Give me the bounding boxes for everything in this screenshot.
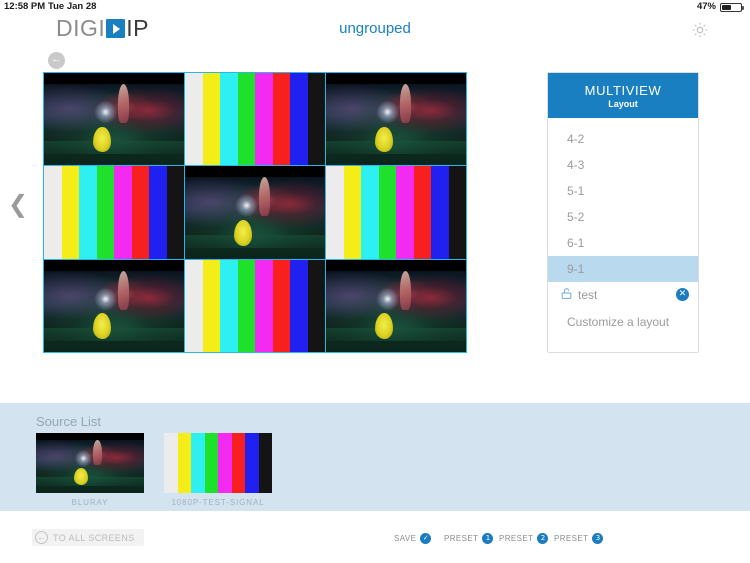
unlock-icon [560, 287, 573, 303]
test-signal-frame [44, 166, 184, 259]
customize-layout-button[interactable]: Customize a layout [548, 309, 698, 335]
status-time: 12:58 PM [4, 1, 46, 12]
save-label: SAVE [394, 534, 417, 543]
layout-item-5-2[interactable]: 5-2 [548, 204, 698, 230]
test-signal-frame [185, 259, 325, 352]
back-arrow-icon[interactable] [48, 50, 65, 69]
multiview-tile[interactable] [326, 73, 466, 166]
multiview-tile[interactable] [44, 73, 184, 166]
layout-options-list: 4-2 4-3 5-1 5-2 6-1 9-1 [548, 118, 698, 282]
layout-panel-subtitle: Layout [608, 98, 638, 109]
preset-3-badge: 3 [592, 533, 604, 544]
status-bar: 12:58 PM Tue Jan 28 47% [0, 0, 750, 14]
source-list-title: Source List [36, 414, 102, 429]
bluray-frame [326, 73, 466, 166]
test-signal-frame [185, 73, 325, 166]
layout-item-label: 4-3 [567, 158, 585, 172]
layout-item-custom-label: test [578, 287, 598, 302]
page-title: ungrouped [339, 20, 411, 37]
source-list-items: BLURAY 1080P-TEST-SIGNAL [36, 433, 292, 507]
bottom-bar: ← TO ALL SCREENS SAVE ✓ PRESET 1 PRESET … [0, 511, 750, 563]
preset-2-label: PRESET [499, 534, 534, 543]
multiview-tile[interactable] [185, 259, 325, 352]
bluray-frame [44, 73, 184, 166]
layout-item-4-3[interactable]: 4-3 [548, 152, 698, 178]
status-date: Tue Jan 28 [48, 1, 97, 12]
multiview-tile[interactable] [185, 166, 325, 259]
layout-item-6-1[interactable]: 6-1 [548, 230, 698, 256]
layout-item-custom[interactable]: test ✕ [548, 282, 698, 307]
layout-item-label: 9-1 [567, 262, 585, 276]
source-thumbnail [164, 433, 272, 493]
check-icon: ✓ [420, 533, 432, 544]
layout-item-4-2[interactable]: 4-2 [548, 126, 698, 152]
source-thumbnail [36, 433, 144, 493]
close-circle-icon[interactable]: ✕ [676, 288, 689, 301]
layout-item-label: 5-2 [567, 210, 585, 224]
multiview-tile[interactable] [44, 166, 184, 259]
battery-percent: 47% [696, 1, 716, 12]
bluray-frame [185, 166, 325, 259]
layout-item-5-1[interactable]: 5-1 [548, 178, 698, 204]
source-label: 1080P-TEST-SIGNAL [171, 498, 265, 507]
preset-1-badge: 1 [482, 533, 494, 544]
test-signal-frame [326, 166, 466, 259]
gear-icon[interactable] [690, 20, 710, 40]
preset-2-button[interactable]: PRESET 2 [499, 533, 549, 544]
source-label: BLURAY [71, 498, 109, 507]
layout-panel: MULTIVIEW Layout 4-2 4-3 5-1 5-2 6-1 9-1 test… [547, 72, 699, 353]
top-bar: DIGI IP ungrouped [0, 14, 750, 46]
layout-panel-header: MULTIVIEW Layout [548, 73, 698, 118]
back-arrow-circle-icon: ← [35, 531, 48, 544]
source-item[interactable]: BLURAY [36, 433, 144, 507]
app-root: 12:58 PM Tue Jan 28 47% DIGI IP ungroupe… [0, 0, 750, 563]
layout-item-9-1[interactable]: 9-1 [548, 256, 698, 282]
battery-icon [720, 3, 744, 12]
preset-3-label: PRESET [554, 534, 589, 543]
multiview-tile[interactable] [185, 73, 325, 166]
source-item[interactable]: 1080P-TEST-SIGNAL [164, 433, 272, 507]
to-all-screens-button[interactable]: ← TO ALL SCREENS [32, 529, 144, 546]
multiview-grid [43, 72, 467, 353]
chevron-left-icon[interactable]: ❮ [8, 192, 28, 216]
to-all-screens-label: TO ALL SCREENS [53, 532, 135, 543]
layout-item-label: 5-1 [567, 184, 585, 198]
preset-2-badge: 2 [537, 533, 549, 544]
layout-item-label: 4-2 [567, 132, 585, 146]
preset-3-button[interactable]: PRESET 3 [554, 533, 604, 544]
bluray-frame [44, 259, 184, 352]
multiview-tile[interactable] [326, 259, 466, 352]
source-list-panel: Source List BLURAY 1080P-TEST-SIGNAL [0, 403, 750, 511]
bluray-frame [326, 259, 466, 352]
preset-1-label: PRESET [444, 534, 479, 543]
layout-item-label: 6-1 [567, 236, 585, 250]
multiview-tile[interactable] [44, 259, 184, 352]
save-button[interactable]: SAVE ✓ [394, 533, 432, 544]
test-signal-frame [164, 433, 272, 493]
preset-1-button[interactable]: PRESET 1 [444, 533, 494, 544]
bluray-frame [36, 433, 144, 493]
layout-panel-title: MULTIVIEW [584, 82, 662, 98]
multiview-tile[interactable] [326, 166, 466, 259]
